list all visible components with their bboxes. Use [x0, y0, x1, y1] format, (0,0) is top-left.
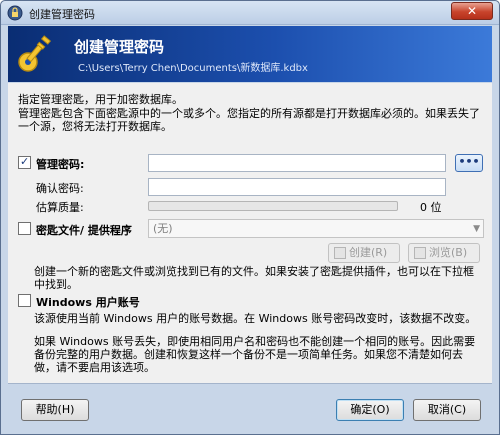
key-file-checkbox[interactable]: [18, 222, 31, 235]
ok-button[interactable]: 确定(O): [336, 399, 404, 421]
quality-progress-bar: [148, 201, 398, 211]
master-password-input[interactable]: [148, 154, 446, 172]
windows-account-label: Windows 用户账号: [36, 296, 140, 309]
chevron-down-icon: ▼: [473, 224, 480, 234]
dialog-content: 指定管理密匙，用于加密数据库。 管理密匙包含下面密匙源中的一个或多个。您指定的所…: [8, 83, 492, 383]
quality-bits: 0 位: [420, 201, 442, 214]
key-file-select[interactable]: (无) ▼: [148, 219, 484, 238]
intro-description: 管理密匙包含下面密匙源中的一个或多个。您指定的所有源都是打开数据库必须的。如果丢…: [18, 107, 480, 133]
browse-key-file-label: 浏览(B): [429, 246, 468, 259]
database-path: C:\Users\Terry Chen\Documents\新数据库.kdbx: [78, 63, 308, 74]
key-file-label: 密匙文件/ 提供程序: [36, 224, 132, 237]
windows-account-description: 该源使用当前 Windows 用户的账号数据。在 Windows 账号密码改变时…: [34, 312, 477, 325]
close-button[interactable]: ✕: [451, 2, 493, 20]
browse-key-file-button[interactable]: 浏览(B): [408, 243, 480, 263]
lock-icon: [7, 5, 23, 21]
key-file-select-value: (无): [153, 222, 173, 235]
title-bar[interactable]: 创建管理密码 ✕: [1, 1, 499, 25]
folder-icon: [414, 247, 426, 259]
key-file-description: 创建一个新的密匙文件或浏览找到已有的文件。如果安装了密匙提供插件，也可以在下拉框…: [34, 265, 474, 291]
intro-text: 指定管理密匙，用于加密数据库。: [18, 93, 183, 106]
show-password-button[interactable]: •••: [455, 154, 483, 172]
window-title: 创建管理密码: [29, 8, 95, 21]
master-password-label: 管理密码:: [36, 158, 85, 171]
close-icon: ✕: [466, 4, 478, 18]
dialog-window: 创建管理密码 ✕ 创建管理密码 C:\Users\Terry Chen\Docu…: [0, 0, 500, 435]
windows-account-warning: 如果 Windows 账号丢失，即使用相同用户名和密码也不能创建一个相同的账号。…: [34, 335, 476, 374]
cancel-button[interactable]: 取消(C): [413, 399, 481, 421]
create-key-file-label: 创建(R): [349, 246, 388, 259]
quality-label: 估算质量:: [36, 201, 84, 214]
help-button[interactable]: 帮助(H): [21, 399, 89, 421]
master-password-checkbox[interactable]: [18, 155, 31, 169]
repeat-password-input[interactable]: [148, 178, 446, 196]
footer-divider: [8, 383, 492, 384]
key-icon: [18, 35, 52, 72]
repeat-password-label: 确认密码:: [36, 182, 84, 195]
banner-title: 创建管理密码: [74, 38, 165, 56]
create-key-file-button[interactable]: 创建(R): [328, 243, 400, 263]
windows-account-checkbox[interactable]: [18, 294, 31, 307]
header-banner: 创建管理密码 C:\Users\Terry Chen\Documents\新数据…: [8, 26, 492, 82]
new-file-icon: [334, 247, 346, 259]
